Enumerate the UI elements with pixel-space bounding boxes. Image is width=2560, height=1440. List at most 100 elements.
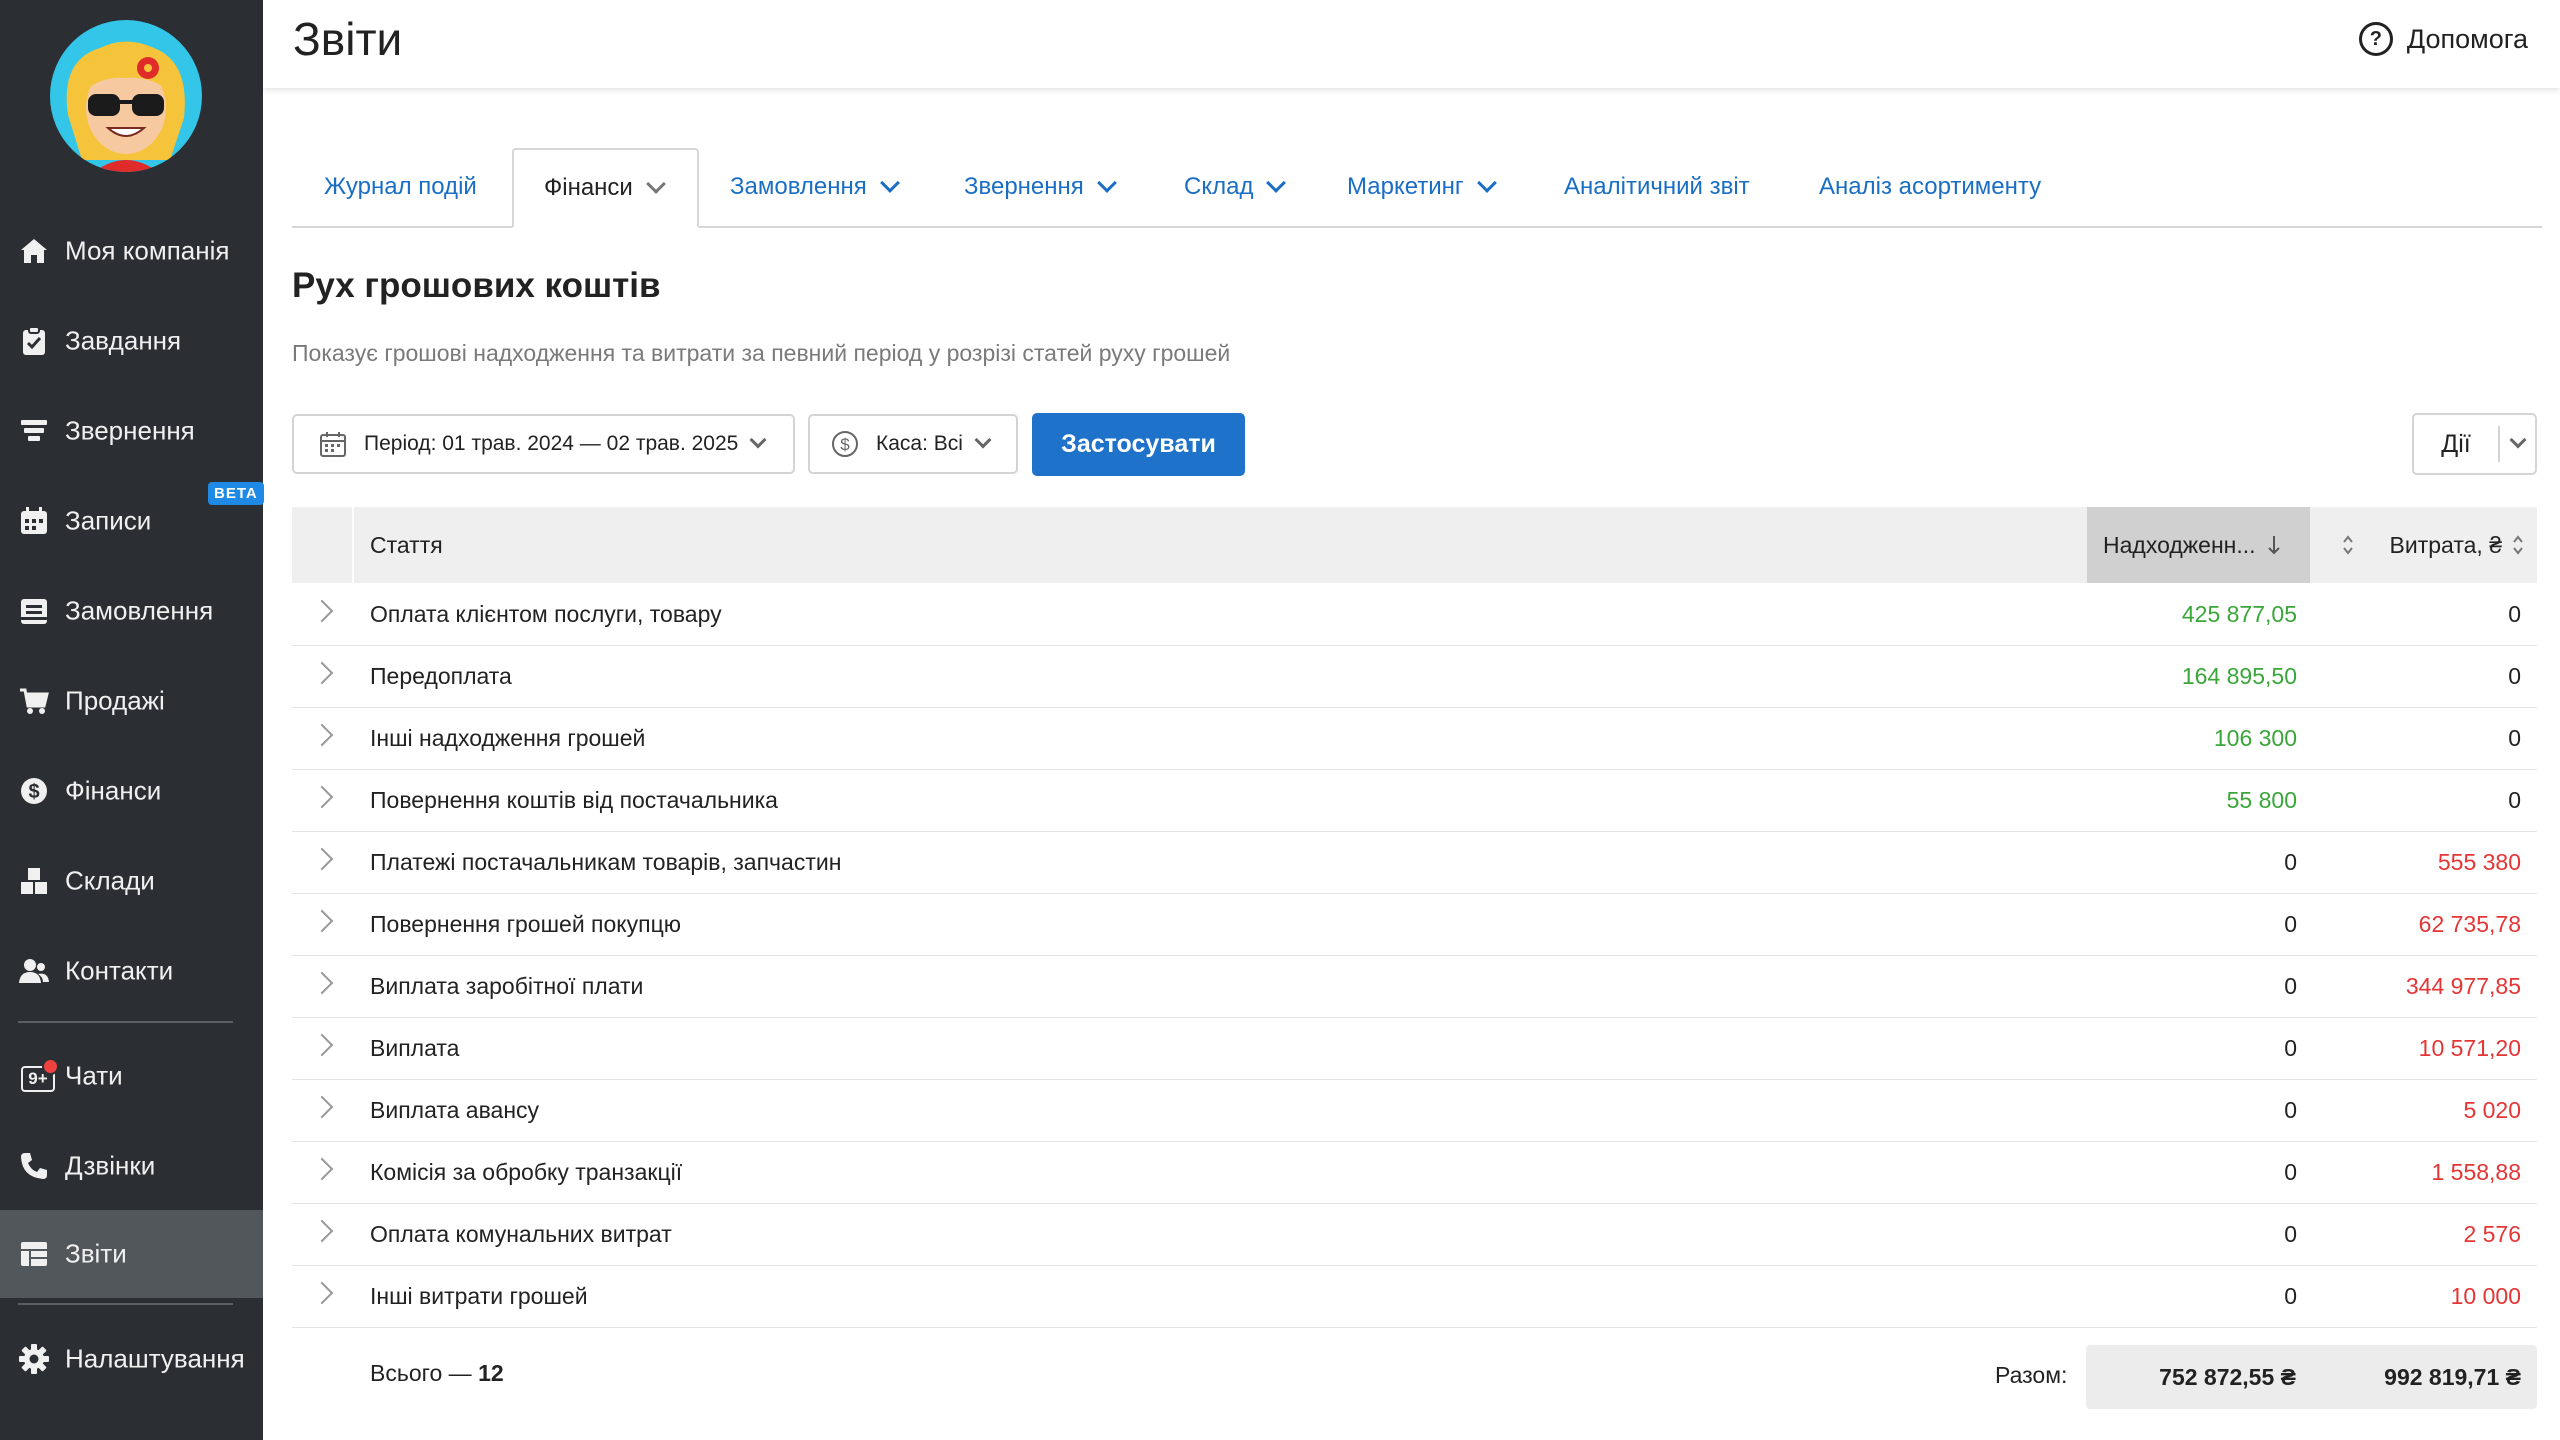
- sidebar-item-label: Звіти: [65, 1238, 127, 1269]
- row-income: 0: [2284, 1159, 2297, 1185]
- tab-event-log[interactable]: Журнал подій: [324, 148, 477, 226]
- expand-chevron-icon[interactable]: [310, 1281, 334, 1305]
- tab-marketing[interactable]: Маркетинг: [1347, 148, 1497, 226]
- table-row: Комісія за обробку транзакції 0 1 558,88: [292, 1141, 2537, 1204]
- tab-orders[interactable]: Замовлення: [730, 148, 900, 226]
- period-select[interactable]: Період: 01 трав. 2024 — 02 трав. 2025: [292, 414, 795, 474]
- help-button[interactable]: ? Допомога: [2358, 22, 2528, 56]
- expand-chevron-icon[interactable]: [310, 1219, 334, 1243]
- row-expense: 10 000: [2450, 1283, 2521, 1309]
- chevron-down-icon: [1476, 173, 1497, 193]
- row-expense: 555 380: [2437, 849, 2521, 875]
- chevron-down-icon: [879, 173, 900, 193]
- column-divider: [352, 507, 354, 583]
- chevron-down-icon: [974, 431, 992, 449]
- user-avatar[interactable]: [50, 20, 202, 172]
- order-icon: [21, 599, 47, 624]
- phone-icon: [21, 1153, 47, 1179]
- expand-chevron-icon[interactable]: [310, 661, 334, 685]
- expand-chevron-icon[interactable]: [310, 971, 334, 995]
- dollar-icon: $: [21, 778, 47, 804]
- tab-inquiries[interactable]: Звернення: [964, 148, 1117, 226]
- apply-button[interactable]: Застосувати: [1032, 413, 1245, 476]
- row-expense: 344 977,85: [2405, 973, 2521, 999]
- boxes-icon: [21, 868, 47, 894]
- sidebar-item-sales[interactable]: Продажі: [0, 657, 263, 745]
- top-bar: Звіти ? Допомога: [263, 0, 2560, 88]
- row-expense: 5 020: [2463, 1097, 2521, 1123]
- table-row: Повернення грошей покупцю 0 62 735,78: [292, 893, 2537, 956]
- sidebar-divider: [18, 1021, 233, 1023]
- sum-income: 752 872,55 ₴: [2159, 1364, 2296, 1390]
- report-description: Показує грошові надходження та витрати з…: [292, 340, 1231, 366]
- column-income[interactable]: Надходженн...: [2087, 507, 2310, 583]
- tab-finance[interactable]: Фінанси: [512, 148, 699, 228]
- actions-dropdown[interactable]: Дії: [2412, 413, 2537, 475]
- expand-chevron-icon[interactable]: [310, 1157, 334, 1181]
- column-label: Надходженн...: [2103, 531, 2256, 558]
- table-header: Стаття Надходженн... Витрата, ₴: [292, 507, 2537, 583]
- chevron-down-icon: [749, 431, 767, 449]
- row-expense: 0: [2508, 663, 2521, 689]
- sidebar-item-label: Дзвінки: [65, 1150, 156, 1181]
- row-article: Повернення грошей покупцю: [370, 911, 682, 937]
- sidebar-item-orders[interactable]: Замовлення: [0, 567, 263, 655]
- row-expense: 1 558,88: [2431, 1159, 2521, 1185]
- sidebar-item-label: Контакти: [65, 955, 174, 986]
- expand-chevron-icon[interactable]: [310, 723, 334, 747]
- cash-select[interactable]: $ Каса: Всі: [808, 414, 1018, 474]
- unread-indicator: [42, 1058, 59, 1075]
- tab-label: Маркетинг: [1347, 173, 1464, 200]
- row-expense: 0: [2508, 787, 2521, 813]
- row-article: Оплата клієнтом послуги, товару: [370, 601, 722, 627]
- sidebar-item-label: Продажі: [65, 685, 165, 716]
- sidebar-item-my-company[interactable]: Моя компанія: [0, 207, 263, 295]
- row-income: 0: [2284, 1283, 2297, 1309]
- tab-label: Аналіз асортименту: [1819, 173, 2042, 200]
- sidebar-item-finance[interactable]: $ Фінанси: [0, 747, 263, 835]
- tab-label: Журнал подій: [324, 173, 477, 200]
- column-article[interactable]: Стаття: [370, 507, 2353, 583]
- sidebar-item-settings[interactable]: Налаштування: [0, 1315, 263, 1403]
- chevron-down-icon: [2509, 431, 2527, 449]
- table-row: Оплата комунальних витрат 0 2 576: [292, 1203, 2537, 1266]
- row-article: Виплата заробітної плати: [370, 973, 644, 999]
- row-income: 164 895,50: [2181, 663, 2297, 689]
- expand-chevron-icon[interactable]: [310, 1033, 334, 1057]
- row-article: Передоплата: [370, 663, 512, 689]
- expand-chevron-icon[interactable]: [310, 785, 334, 809]
- sidebar-item-tasks[interactable]: Завдання: [0, 297, 263, 385]
- expand-chevron-icon[interactable]: [310, 599, 334, 623]
- dollar-icon: $: [832, 431, 858, 457]
- calendar-icon: [320, 432, 346, 457]
- tab-label: Фінанси: [544, 174, 633, 201]
- sidebar-item-calls[interactable]: Дзвінки: [0, 1122, 263, 1210]
- column-expense[interactable]: Витрата, ₴: [2352, 507, 2524, 583]
- sidebar-item-warehouses[interactable]: Склади: [0, 837, 263, 925]
- help-label: Допомога: [2406, 23, 2528, 54]
- sidebar-item-inquiries[interactable]: Звернення: [0, 387, 263, 475]
- expand-chevron-icon[interactable]: [310, 1095, 334, 1119]
- column-label: Витрата, ₴: [2389, 531, 2502, 558]
- total-count: Всього — 12: [370, 1360, 504, 1387]
- row-income: 0: [2284, 973, 2297, 999]
- table-row: Платежі постачальникам товарів, запчасти…: [292, 831, 2537, 894]
- row-income: 0: [2284, 1221, 2297, 1247]
- tab-assortment-analysis[interactable]: Аналіз асортименту: [1819, 148, 2041, 226]
- sidebar-item-reports[interactable]: Звіти: [0, 1210, 263, 1298]
- row-article: Виплата: [370, 1035, 460, 1061]
- expand-chevron-icon[interactable]: [310, 909, 334, 933]
- table-row: Виплата заробітної плати 0 344 977,85: [292, 955, 2537, 1018]
- row-article: Інші надходження грошей: [370, 725, 646, 751]
- contacts-icon: [19, 959, 49, 983]
- tab-analytical-report[interactable]: Аналітичний звіт: [1564, 148, 1750, 226]
- tab-stock[interactable]: Склад: [1184, 148, 1287, 226]
- chevron-down-icon: [645, 174, 666, 194]
- table-row: Виплата авансу 0 5 020: [292, 1079, 2537, 1142]
- table-row: Повернення коштів від постачальника 55 8…: [292, 769, 2537, 832]
- help-icon: ?: [2358, 22, 2393, 56]
- expand-chevron-icon[interactable]: [310, 847, 334, 871]
- sidebar-item-contacts[interactable]: Контакти: [0, 927, 263, 1015]
- report-title: Рух грошових коштів: [292, 266, 661, 305]
- svg-text:$: $: [28, 781, 39, 803]
